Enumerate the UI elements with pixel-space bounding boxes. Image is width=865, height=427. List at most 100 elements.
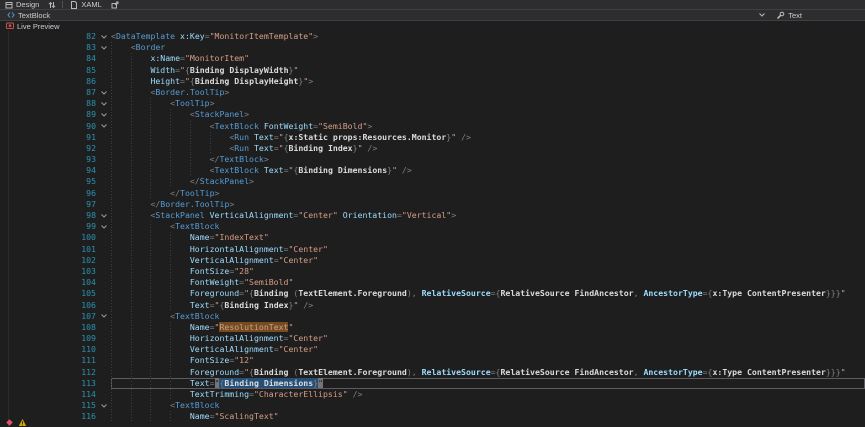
- code-text[interactable]: <TextBlock: [111, 221, 865, 232]
- design-grid-icon: [5, 1, 13, 9]
- code-line-110[interactable]: 110 VerticalAlignment="Center": [0, 344, 865, 355]
- code-line-89[interactable]: 89 <StackPanel>: [0, 109, 865, 120]
- code-line-116[interactable]: 116 Name="ScalingText": [0, 411, 865, 422]
- code-line-90[interactable]: 90 <TextBlock FontWeight="SemiBold">: [0, 121, 865, 132]
- code-line-85[interactable]: 85 Width="{Binding DisplayWidth}": [0, 65, 865, 76]
- code-line-109[interactable]: 109 HorizontalAlignment="Center": [0, 333, 865, 344]
- designer-toolbar: Live Preview: [0, 21, 865, 31]
- code-line-101[interactable]: 101 HorizontalAlignment="Center": [0, 244, 865, 255]
- code-line-84[interactable]: 84 x:Name="MonitorItem": [0, 53, 865, 64]
- xaml-tab-label: XAML: [81, 0, 101, 9]
- code-text[interactable]: <TextBlock Text="{Binding Dimensions}" /…: [111, 165, 865, 176]
- code-text[interactable]: HorizontalAlignment="Center": [111, 333, 865, 344]
- element-breadcrumb-label: TextBlock: [18, 11, 50, 20]
- code-text[interactable]: x:Name="MonitorItem": [111, 53, 865, 64]
- code-text[interactable]: Width="{Binding DisplayWidth}": [111, 65, 865, 76]
- line-number: 111: [0, 355, 96, 366]
- code-line-100[interactable]: 100 Name="IndexText": [0, 232, 865, 243]
- design-tab[interactable]: Design: [2, 0, 42, 9]
- code-line-111[interactable]: 111 FontSize="12": [0, 355, 865, 366]
- element-breadcrumb[interactable]: TextBlock: [4, 11, 53, 20]
- code-line-88[interactable]: 88 <ToolTip>: [0, 98, 865, 109]
- live-preview-button[interactable]: Live Preview: [3, 22, 63, 31]
- code-line-112[interactable]: 112 Foreground="{Binding (TextElement.Fo…: [0, 367, 865, 378]
- fold-chevron-icon[interactable]: [96, 311, 111, 322]
- code-text[interactable]: FontSize="12": [111, 355, 865, 366]
- code-text[interactable]: <ToolTip>: [111, 98, 865, 109]
- code-text[interactable]: <TextBlock: [111, 311, 865, 322]
- code-line-95[interactable]: 95 </StackPanel>: [0, 176, 865, 187]
- code-line-108[interactable]: 108 Name="ResolutionText": [0, 322, 865, 333]
- code-text[interactable]: <Run Text="{Binding Index}" />: [111, 143, 865, 154]
- code-line-103[interactable]: 103 FontSize="28": [0, 266, 865, 277]
- code-line-96[interactable]: 96 </ToolTip>: [0, 188, 865, 199]
- code-text[interactable]: Foreground="{Binding (TextElement.Foregr…: [111, 367, 865, 378]
- line-number: 102: [0, 255, 96, 266]
- fold-chevron-icon[interactable]: [96, 109, 111, 120]
- code-text[interactable]: <StackPanel VerticalAlignment="Center" O…: [111, 210, 865, 221]
- code-line-115[interactable]: 115 <TextBlock: [0, 400, 865, 411]
- code-line-99[interactable]: 99 <TextBlock: [0, 221, 865, 232]
- fold-chevron-icon[interactable]: [96, 87, 111, 98]
- chevron-down-icon[interactable]: [758, 12, 766, 18]
- code-line-114[interactable]: 114 TextTrimming="CharacterEllipsis" />: [0, 389, 865, 400]
- code-text[interactable]: Text="{Binding Dimensions}": [111, 378, 865, 389]
- code-line-92[interactable]: 92 <Run Text="{Binding Index}" />: [0, 143, 865, 154]
- code-line-91[interactable]: 91 <Run Text="{x:Static props:Resources.…: [0, 132, 865, 143]
- fold-chevron-icon[interactable]: [96, 400, 111, 411]
- code-text[interactable]: Height="{Binding DisplayHeight}">: [111, 76, 865, 87]
- code-editor[interactable]: 82<DataTemplate x:Key="MonitorItemTempla…: [0, 31, 865, 427]
- code-text[interactable]: <Border: [111, 42, 865, 53]
- code-text[interactable]: <DataTemplate x:Key="MonitorItemTemplate…: [111, 31, 865, 42]
- code-line-107[interactable]: 107 <TextBlock: [0, 311, 865, 322]
- code-line-86[interactable]: 86 Height="{Binding DisplayHeight}">: [0, 76, 865, 87]
- code-line-94[interactable]: 94 <TextBlock Text="{Binding Dimensions}…: [0, 165, 865, 176]
- code-text[interactable]: FontSize="28": [111, 266, 865, 277]
- code-text[interactable]: FontWeight="SemiBold": [111, 277, 865, 288]
- divider: [62, 1, 63, 8]
- code-text[interactable]: </TextBlock>: [111, 154, 865, 165]
- code-line-83[interactable]: 83 <Border: [0, 42, 865, 53]
- document-health-indicator[interactable]: [5, 418, 27, 427]
- code-line-97[interactable]: 97 </Border.ToolTip>: [0, 199, 865, 210]
- fold-chevron-icon[interactable]: [96, 98, 111, 109]
- code-text[interactable]: Name="IndexText": [111, 232, 865, 243]
- line-number: 87: [0, 87, 96, 98]
- code-text[interactable]: Name="ScalingText": [111, 411, 865, 422]
- fold-chevron-icon[interactable]: [96, 42, 111, 53]
- navbar-right-group: Text: [758, 11, 861, 20]
- code-line-82[interactable]: 82<DataTemplate x:Key="MonitorItemTempla…: [0, 31, 865, 42]
- code-text[interactable]: Name="ResolutionText": [111, 322, 865, 333]
- code-line-105[interactable]: 105 Foreground="{Binding (TextElement.Fo…: [0, 288, 865, 299]
- code-line-113[interactable]: 113 Text="{Binding Dimensions}": [0, 378, 865, 389]
- code-text[interactable]: </StackPanel>: [111, 176, 865, 187]
- code-text[interactable]: <StackPanel>: [111, 109, 865, 120]
- code-line-104[interactable]: 104 FontWeight="SemiBold": [0, 277, 865, 288]
- code-line-93[interactable]: 93 </TextBlock>: [0, 154, 865, 165]
- swap-panes-button[interactable]: [46, 1, 58, 9]
- code-text[interactable]: <TextBlock FontWeight="SemiBold">: [111, 121, 865, 132]
- line-number: 83: [0, 42, 96, 53]
- xaml-tab[interactable]: XAML: [67, 0, 104, 9]
- code-text[interactable]: Foreground="{Binding (TextElement.Foregr…: [111, 288, 865, 299]
- fold-chevron-icon[interactable]: [96, 121, 111, 132]
- code-text[interactable]: <Run Text="{x:Static props:Resources.Mon…: [111, 132, 865, 143]
- code-line-87[interactable]: 87 <Border.ToolTip>: [0, 87, 865, 98]
- code-line-106[interactable]: 106 Text="{Binding Index}" />: [0, 300, 865, 311]
- code-text[interactable]: <TextBlock: [111, 400, 865, 411]
- code-text[interactable]: VerticalAlignment="Center": [111, 344, 865, 355]
- code-text[interactable]: TextTrimming="CharacterEllipsis" />: [111, 389, 865, 400]
- popout-button[interactable]: [109, 1, 121, 9]
- code-text[interactable]: VerticalAlignment="Center": [111, 255, 865, 266]
- fold-chevron-icon[interactable]: [96, 210, 111, 221]
- code-text[interactable]: <Border.ToolTip>: [111, 87, 865, 98]
- fold-chevron-icon[interactable]: [96, 31, 111, 42]
- code-text[interactable]: </ToolTip>: [111, 188, 865, 199]
- code-text[interactable]: HorizontalAlignment="Center": [111, 244, 865, 255]
- code-text[interactable]: </Border.ToolTip>: [111, 199, 865, 210]
- fold-chevron-icon[interactable]: [96, 221, 111, 232]
- code-text[interactable]: Text="{Binding Index}" />: [111, 300, 865, 311]
- code-line-102[interactable]: 102 VerticalAlignment="Center": [0, 255, 865, 266]
- code-line-98[interactable]: 98 <StackPanel VerticalAlignment="Center…: [0, 210, 865, 221]
- member-dropdown[interactable]: Text: [773, 11, 805, 20]
